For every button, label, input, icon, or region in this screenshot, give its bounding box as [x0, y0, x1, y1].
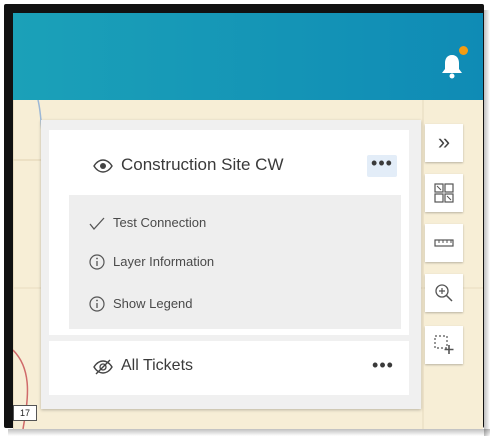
app-viewport: 17 Construction Site CW ••• Test Connect… — [13, 13, 483, 429]
layer-name: Construction Site CW — [121, 155, 284, 174]
menu-item-show-legend[interactable]: Show Legend — [69, 288, 401, 322]
app-window: 17 Construction Site CW ••• Test Connect… — [4, 4, 484, 429]
menu-item-test-connection[interactable]: Test Connection — [69, 207, 401, 241]
select-area-icon — [434, 335, 454, 354]
collapse-panel-button[interactable]: » — [425, 124, 463, 162]
bell-icon[interactable] — [441, 53, 463, 79]
layer-options-button[interactable]: ••• — [367, 154, 397, 177]
info-icon — [89, 254, 105, 270]
menu-item-label: Test Connection — [113, 215, 207, 230]
basemap-gallery-button[interactable] — [425, 174, 463, 212]
frame-shadow-right — [484, 10, 490, 436]
menu-item-layer-information[interactable]: Layer Information — [69, 246, 401, 280]
eye-slash-icon[interactable] — [93, 359, 113, 380]
checkmark-icon — [89, 215, 105, 231]
screenshot-frame: 17 Construction Site CW ••• Test Connect… — [0, 0, 490, 436]
basemap-gallery-icon — [434, 183, 454, 203]
layer-name: All Tickets — [121, 357, 194, 374]
layer-options-button[interactable]: ••• — [369, 356, 397, 377]
info-icon — [89, 296, 105, 312]
select-area-button[interactable] — [425, 326, 463, 364]
frame-shadow-bottom — [8, 429, 490, 436]
collapse-panel-icon: » — [437, 129, 451, 154]
menu-item-label: Layer Information — [113, 254, 215, 269]
header-bar — [13, 13, 483, 100]
measure-button[interactable] — [425, 224, 463, 262]
layer-options-menu: Test Connection Layer Information Show L… — [69, 195, 401, 329]
measure-icon — [434, 239, 454, 247]
eye-icon[interactable] — [93, 159, 113, 178]
notification-badge — [459, 46, 468, 55]
highway-shield: 17 — [13, 405, 37, 421]
zoom-in-icon — [435, 284, 453, 302]
layer-row-construction-site[interactable]: Construction Site CW ••• — [49, 130, 409, 192]
zoom-in-button[interactable] — [425, 274, 463, 312]
menu-item-label: Show Legend — [113, 296, 193, 311]
layer-card-all-tickets[interactable]: All Tickets ••• — [49, 341, 409, 395]
